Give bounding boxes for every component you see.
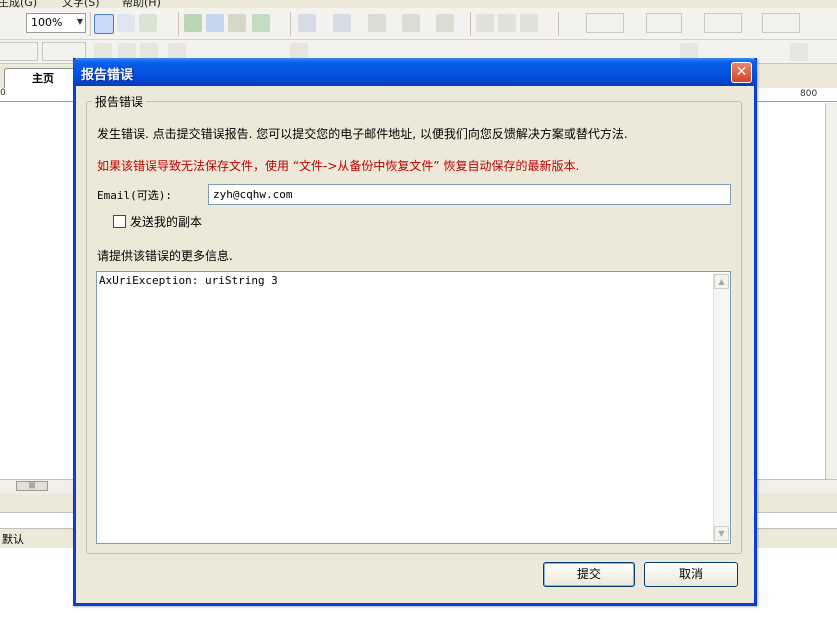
scrollbar-thumb[interactable]: ||| bbox=[16, 481, 48, 491]
dialog-title: 报告错误 bbox=[81, 68, 134, 83]
zoom-value: 100% bbox=[31, 16, 63, 29]
zoom-combo[interactable]: 100% ▼ bbox=[26, 13, 86, 33]
y-position-field[interactable] bbox=[646, 13, 682, 33]
toolbar-separator bbox=[90, 12, 91, 36]
ruler-label: 0 bbox=[0, 88, 6, 98]
ruler-label: 800 bbox=[800, 89, 818, 99]
cancel-button[interactable]: 取消 bbox=[644, 562, 738, 587]
main-toolbar: 100% ▼ bbox=[0, 8, 837, 40]
tab-home[interactable]: 主页 bbox=[4, 68, 82, 88]
send-copy-checkbox[interactable] bbox=[113, 215, 126, 228]
align-center-icon[interactable] bbox=[498, 14, 516, 32]
panel-icon[interactable] bbox=[790, 43, 808, 61]
email-label: Email(可选): bbox=[97, 189, 172, 202]
warning-message: 如果该错误导致无法保存文件，使用 “文件->从备份中恢复文件” 恢复自动保存的最… bbox=[97, 159, 580, 173]
scroll-down-icon[interactable]: ▼ bbox=[714, 526, 729, 541]
connector-tool-icon[interactable] bbox=[139, 14, 157, 32]
close-button[interactable]: ✕ bbox=[731, 62, 752, 83]
select-tool-icon[interactable] bbox=[94, 14, 114, 34]
dialog-titlebar[interactable] bbox=[73, 58, 757, 86]
insert-tool-icon[interactable] bbox=[206, 14, 224, 32]
toolbar-separator bbox=[290, 12, 291, 36]
status-label: 默认 bbox=[2, 533, 24, 546]
chevron-down-icon: ▼ bbox=[76, 17, 83, 26]
x-position-field[interactable] bbox=[586, 13, 624, 33]
vertical-scrollbar[interactable] bbox=[825, 103, 837, 483]
group-title: 报告错误 bbox=[92, 93, 147, 110]
toolbar-separator bbox=[470, 12, 471, 36]
layout-tool-icon[interactable] bbox=[228, 14, 246, 32]
font-name-combo[interactable] bbox=[0, 42, 38, 61]
line-color-icon[interactable] bbox=[333, 14, 351, 32]
submit-button[interactable]: 提交 bbox=[543, 562, 635, 587]
shape-tool-icon[interactable] bbox=[184, 14, 202, 32]
menu-item-text[interactable]: 文字(S) bbox=[62, 0, 100, 8]
toolbar-separator bbox=[558, 12, 559, 36]
close-icon: ✕ bbox=[735, 64, 748, 80]
details-text: AxUriException: uriString 3 bbox=[99, 274, 278, 287]
align-right-icon[interactable] bbox=[520, 14, 538, 32]
scroll-up-icon[interactable]: ▲ bbox=[714, 274, 729, 289]
format-tool-icon[interactable] bbox=[252, 14, 270, 32]
line-style-icon[interactable] bbox=[402, 14, 420, 32]
height-field[interactable] bbox=[762, 13, 800, 33]
width-field[interactable] bbox=[704, 13, 742, 33]
details-scrollbar[interactable]: ▲ ▼ bbox=[713, 273, 729, 542]
pointer-tool-icon[interactable] bbox=[117, 14, 135, 32]
menu-item-generate[interactable]: 生成(G) bbox=[0, 0, 37, 8]
menu-item-help[interactable]: 帮助(H) bbox=[122, 0, 161, 8]
details-textarea[interactable] bbox=[96, 271, 731, 544]
more-info-label: 请提供该错误的更多信息. bbox=[97, 249, 233, 263]
fill-color-icon[interactable] bbox=[298, 14, 316, 32]
email-field[interactable] bbox=[208, 184, 731, 205]
toolbar-separator bbox=[178, 12, 179, 36]
arrow-style-icon[interactable] bbox=[436, 14, 454, 32]
send-copy-label[interactable]: 发送我的副本 bbox=[130, 213, 202, 230]
menu-bar: 生成(G) 文字(S) 帮助(H) bbox=[0, 0, 837, 8]
error-message: 发生错误. 点击提交错误报告. 您可以提交您的电子邮件地址, 以便我们向您反馈解… bbox=[97, 127, 628, 141]
line-weight-icon[interactable] bbox=[368, 14, 386, 32]
align-left-icon[interactable] bbox=[476, 14, 494, 32]
